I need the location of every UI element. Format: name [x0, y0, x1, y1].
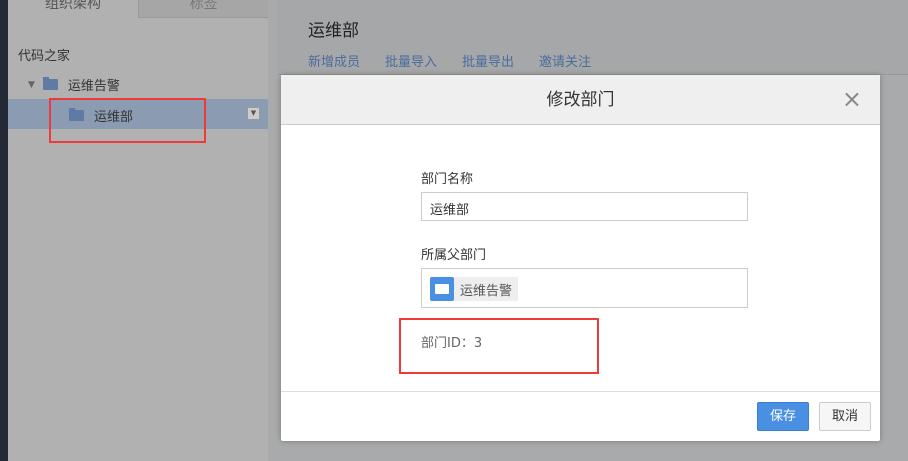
- tree-node-ops-alert[interactable]: ▼ 运维告警: [28, 75, 120, 94]
- parent-department-picker[interactable]: 运维告警: [421, 268, 748, 308]
- department-name-input[interactable]: 运维部: [421, 192, 748, 221]
- save-button[interactable]: 保存: [757, 402, 809, 431]
- parent-label: 所属父部门: [421, 248, 487, 263]
- close-icon[interactable]: ×: [842, 75, 862, 123]
- node-menu-dropdown[interactable]: ▼: [247, 107, 260, 120]
- invite-follow-link[interactable]: 邀请关注: [539, 51, 591, 70]
- add-member-link[interactable]: 新增成员: [308, 51, 360, 70]
- folder-icon: [42, 77, 58, 90]
- sidebar: 组织架构 标签 代码之家 ▼ 运维告警 运维部 ▼: [8, 0, 268, 461]
- edit-department-dialog: 修改部门 × 部门名称 运维部 所属父部门 运维告警 部门ID：3 保存 取消: [281, 75, 880, 441]
- dialog-title: 修改部门: [546, 90, 615, 110]
- highlight-box: [399, 318, 599, 374]
- cancel-button[interactable]: 取消: [819, 402, 871, 431]
- batch-import-link[interactable]: 批量导入: [385, 51, 437, 70]
- parent-chip-label: 运维告警: [460, 283, 513, 299]
- tab-tags[interactable]: 标签: [138, 0, 268, 18]
- tree-root[interactable]: 代码之家: [18, 45, 70, 64]
- folder-icon: [430, 277, 454, 301]
- batch-export-link[interactable]: 批量导出: [462, 51, 514, 70]
- node-label: 运维告警: [67, 79, 120, 94]
- highlight-box: [49, 98, 206, 143]
- dialog-footer-divider: [281, 391, 880, 392]
- parent-chip[interactable]: 运维告警: [430, 277, 519, 301]
- name-label: 部门名称: [421, 172, 474, 187]
- app-rail: [0, 0, 8, 461]
- caret-down-icon[interactable]: ▼: [28, 80, 35, 90]
- page-title: 运维部: [308, 21, 359, 41]
- tab-org[interactable]: 组织架构: [8, 0, 138, 18]
